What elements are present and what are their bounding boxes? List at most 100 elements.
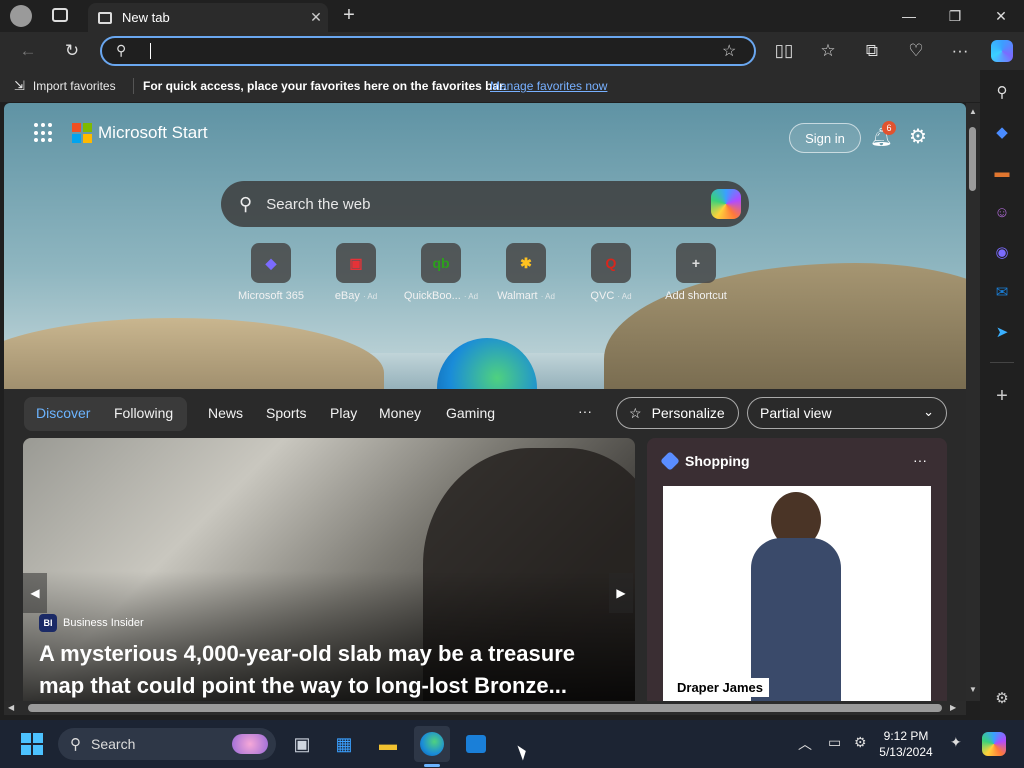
shortcut-icon: ▣	[336, 243, 376, 283]
manage-favorites-link[interactable]: Manage favorites now	[490, 79, 607, 93]
copilot-icon[interactable]	[984, 32, 1020, 70]
sidebar-settings-icon[interactable]: ⚙	[990, 686, 1014, 710]
close-window-button[interactable]: ✕	[978, 0, 1024, 32]
import-favorites-button[interactable]: ⇲ Import favorites	[14, 78, 116, 94]
people-icon[interactable]: ☺	[990, 200, 1014, 224]
notification-center-icon[interactable]: ✦	[950, 734, 962, 751]
address-bar[interactable]: ⚲ ☆	[100, 36, 756, 66]
more-categories-button[interactable]: ···	[578, 403, 592, 419]
outlook-icon[interactable]: ✉	[990, 280, 1014, 304]
horizontal-scrollbar[interactable]: ◀ ▶	[4, 701, 966, 715]
task-view-icon[interactable]: ▣	[284, 726, 320, 762]
vertical-scroll-thumb[interactable]	[969, 127, 976, 191]
show-hidden-icons-chevron-icon[interactable]: ︿	[798, 734, 812, 754]
tab-sports[interactable]: Sports	[266, 405, 306, 421]
add-sidebar-app-icon[interactable]: +	[990, 384, 1014, 408]
brand-title[interactable]: Microsoft Start	[98, 123, 208, 143]
scroll-left-arrow-icon[interactable]: ◀	[8, 703, 14, 712]
monitor-icon[interactable]: ▭	[828, 734, 841, 751]
shortcut-label: QuickBoo... · Ad	[398, 290, 484, 302]
favorites-bar: ⇲ Import favorites For quick access, pla…	[0, 70, 980, 102]
copilot-preview-icon[interactable]	[976, 726, 1012, 762]
shortcut-tile[interactable]: qb QuickBoo... · Ad	[398, 243, 484, 302]
personalize-label: Personalize	[651, 405, 725, 421]
tab-news[interactable]: News	[208, 405, 243, 421]
start-button[interactable]	[14, 726, 50, 762]
article-source: BI Business Insider	[39, 614, 144, 632]
page-settings-icon[interactable]: ⚙	[909, 124, 927, 149]
clock-date: 5/13/2024	[879, 745, 933, 759]
carousel-next-button[interactable]: ▶	[609, 573, 633, 613]
sidebar-search-icon[interactable]: ⚲	[990, 80, 1014, 104]
collections-icon[interactable]: ⧉	[854, 32, 890, 70]
scroll-up-arrow-icon[interactable]: ▲	[969, 107, 977, 116]
view-select-value: Partial view	[760, 405, 832, 421]
search-icon: ⚲	[70, 736, 81, 753]
shortcut-tile[interactable]: ◆ Microsoft 365	[228, 243, 314, 302]
web-search-box[interactable]: ⚲ Search the web	[221, 181, 749, 227]
favorites-icon[interactable]: ☆	[810, 32, 846, 70]
shopping-tag-icon[interactable]: ◆	[990, 120, 1014, 144]
tab-new-tab[interactable]: New tab ✕	[88, 3, 328, 32]
back-button[interactable]: ←	[10, 32, 46, 70]
shopping-header: Shopping	[660, 451, 750, 471]
shortcut-icon: qb	[421, 243, 461, 283]
microsoft-store-icon[interactable]	[458, 726, 494, 762]
restore-button[interactable]: ❐	[932, 0, 978, 32]
m365-icon[interactable]: ◉	[990, 240, 1014, 264]
favorite-star-icon[interactable]: ☆	[722, 41, 736, 61]
shortcut-name: Add shortcut	[665, 290, 727, 302]
article-headline[interactable]: A mysterious 4,000-year-old slab may be …	[39, 638, 619, 701]
active-app-indicator	[424, 764, 440, 767]
send-icon[interactable]: ➤	[990, 320, 1014, 344]
scroll-right-arrow-icon[interactable]: ▶	[950, 703, 956, 712]
tab-title: New tab	[122, 10, 170, 25]
shopping-tag-icon	[660, 451, 680, 471]
clock-time: 9:12 PM	[883, 729, 929, 743]
shortcut-tile[interactable]: ✱ Walmart · Ad	[483, 243, 569, 302]
refresh-button[interactable]: ↻	[54, 32, 90, 70]
browser-essentials-icon[interactable]: ♡	[898, 32, 934, 70]
file-explorer-icon[interactable]: ▬	[370, 726, 406, 762]
sign-in-button[interactable]: Sign in	[789, 123, 861, 153]
scroll-down-arrow-icon[interactable]: ▼	[969, 685, 977, 694]
taskbar-search[interactable]: ⚲ Search	[58, 728, 276, 760]
shopping-title: Shopping	[685, 453, 750, 469]
horizontal-scroll-thumb[interactable]	[28, 704, 942, 712]
settings-more-icon[interactable]: ···	[942, 32, 978, 70]
shopping-more-button[interactable]: ···	[913, 452, 927, 468]
tab-money[interactable]: Money	[379, 405, 421, 421]
product-image[interactable]: Draper James	[663, 486, 931, 701]
tab-gaming[interactable]: Gaming	[446, 405, 495, 421]
edge-taskbar-icon[interactable]	[414, 726, 450, 762]
new-tab-button[interactable]: +	[338, 4, 360, 26]
tab-following[interactable]: Following	[114, 405, 173, 421]
app-launcher-icon[interactable]	[34, 123, 54, 143]
shortcut-name: Walmart	[497, 290, 538, 302]
vertical-scrollbar[interactable]: ▲ ▼	[966, 103, 980, 701]
microsoft-logo-icon	[72, 123, 92, 143]
tab-play[interactable]: Play	[330, 405, 357, 421]
shortcut-tile[interactable]: + Add shortcut	[653, 243, 739, 302]
hero-article-card[interactable]: ◀ ▶ BI Business Insider A mysterious 4,0…	[23, 438, 635, 701]
tab-discover[interactable]: Discover	[36, 405, 90, 421]
view-select-dropdown[interactable]: Partial view ⌄	[747, 397, 947, 429]
close-tab-icon[interactable]: ✕	[304, 9, 328, 26]
shortcut-tile[interactable]: ▣ eBay · Ad	[313, 243, 399, 302]
carousel-prev-button[interactable]: ◀	[23, 573, 47, 613]
tab-actions-icon[interactable]	[52, 8, 68, 22]
chevron-down-icon: ⌄	[923, 404, 934, 419]
minimize-button[interactable]: —	[886, 0, 932, 32]
profile-avatar[interactable]	[10, 5, 32, 27]
shortcut-tile[interactable]: Q QVC · Ad	[568, 243, 654, 302]
copilot-search-icon[interactable]	[711, 189, 741, 219]
personalize-button[interactable]: ☆ Personalize	[616, 397, 739, 429]
network-volume-icon[interactable]: ⚙	[854, 734, 867, 751]
edge-sidebar: ⚲ ◆ ▬ ☺ ◉ ✉ ➤ + ⚙	[980, 70, 1024, 720]
shortcut-icon: +	[676, 243, 716, 283]
tools-icon[interactable]: ▬	[990, 160, 1014, 184]
split-screen-icon[interactable]: ▯▯	[766, 32, 802, 70]
search-placeholder: Search the web	[266, 195, 371, 213]
system-clock[interactable]: 9:12 PM 5/13/2024	[866, 728, 946, 760]
widgets-icon[interactable]: ▦	[326, 726, 362, 762]
